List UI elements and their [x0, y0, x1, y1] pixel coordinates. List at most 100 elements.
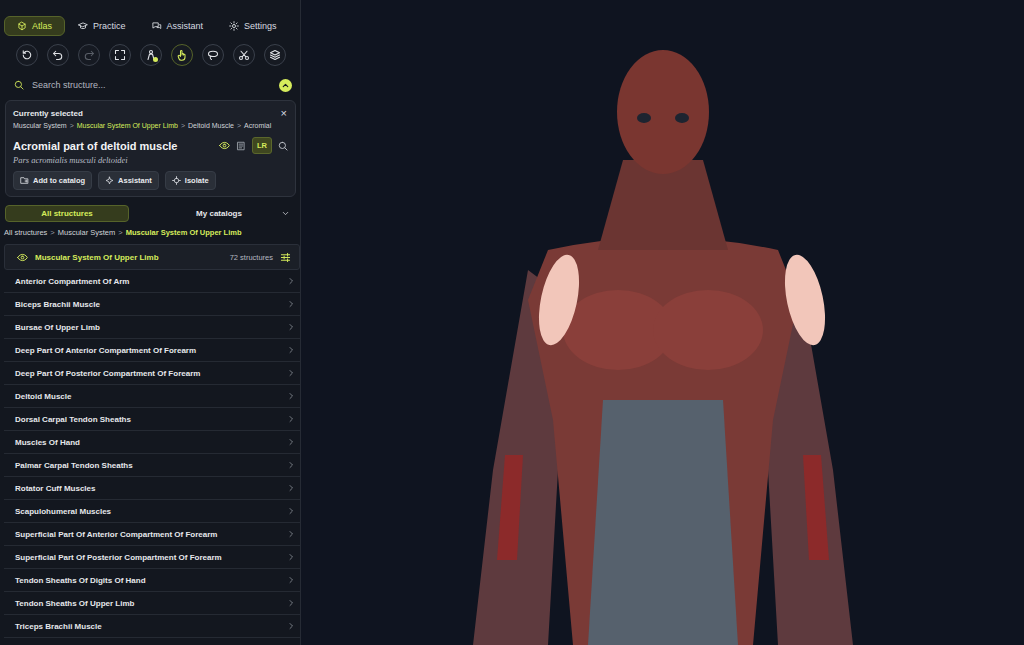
- chevron-right-icon: [287, 300, 295, 308]
- structure-label: Triceps Brachii Muscle: [15, 622, 102, 631]
- left-deltoid[interactable]: [531, 251, 585, 348]
- latin-name: Pars acromialis musculi deltoidei: [13, 155, 288, 165]
- redo-icon: [83, 49, 95, 61]
- tool-button[interactable]: [202, 44, 224, 66]
- app: AtlasPracticeAssistantSettingsCurrently …: [0, 0, 1024, 645]
- action-button[interactable]: Assistant: [98, 171, 159, 190]
- eye-icon[interactable]: [219, 140, 230, 151]
- nav-tab[interactable]: Assistant: [139, 16, 217, 36]
- structure-row[interactable]: Triceps Brachii Muscle: [4, 615, 300, 638]
- path-breadcrumb: All structures>Muscular System>Muscular …: [4, 228, 300, 239]
- tool-badge: [153, 57, 158, 62]
- structure-label: Bursae Of Upper Limb: [15, 323, 100, 332]
- search-icon: [14, 80, 24, 90]
- action-button[interactable]: Add to catalog: [13, 171, 92, 190]
- tool-button[interactable]: [140, 44, 162, 66]
- structure-row[interactable]: Biceps Brachii Muscle: [4, 293, 300, 316]
- chevron-right-icon: [287, 438, 295, 446]
- scope-tab[interactable]: My catalogs: [157, 205, 281, 222]
- lasso-icon: [207, 49, 219, 61]
- structure-row[interactable]: Superficial Part Of Anterior Compartment…: [4, 523, 300, 546]
- structure-row[interactable]: Tendon Sheaths Of Upper Limb: [4, 592, 300, 615]
- side-button[interactable]: LR: [252, 137, 272, 154]
- fit-icon: [114, 49, 126, 61]
- tool-button[interactable]: [78, 44, 100, 66]
- structure-row[interactable]: Deep Part Of Anterior Compartment Of For…: [4, 339, 300, 362]
- breadcrumb-item[interactable]: Muscular System: [13, 122, 67, 132]
- structure-row[interactable]: Bursae Of Upper Limb: [4, 316, 300, 339]
- breadcrumb-item[interactable]: Muscular System Of Upper Limb: [126, 228, 242, 239]
- undo-icon: [52, 49, 64, 61]
- torso: [528, 238, 798, 645]
- structure-label: Palmar Carpal Tendon Sheaths: [15, 461, 133, 470]
- scissors-icon: [238, 49, 250, 61]
- nav-tab[interactable]: Practice: [65, 16, 139, 36]
- structure-tools: LR: [219, 137, 288, 154]
- chevron-right-icon: [287, 599, 295, 607]
- structure-label: Dorsal Carpal Tendon Sheaths: [15, 415, 131, 424]
- chevron-right-icon: [287, 622, 295, 630]
- tool-button[interactable]: [264, 44, 286, 66]
- breadcrumb-item[interactable]: Deltoid Muscle: [188, 122, 234, 132]
- structure-label: Rotator Cuff Muscles: [15, 484, 95, 493]
- structure-row[interactable]: Muscles Of Hand: [4, 431, 300, 454]
- action-button[interactable]: Isolate: [165, 171, 216, 190]
- card-header: Currently selected×: [13, 107, 288, 119]
- nav-tab[interactable]: Settings: [216, 16, 290, 36]
- breadcrumb-separator: >: [237, 122, 241, 132]
- reset-icon: [21, 49, 33, 61]
- collapse-button[interactable]: [279, 79, 292, 92]
- breadcrumb-item[interactable]: All structures: [4, 228, 47, 239]
- structure-row[interactable]: Palmar Carpal Tendon Sheaths: [4, 454, 300, 477]
- structure-label: Muscles Of Hand: [15, 438, 80, 447]
- structure-label: Superficial Part Of Anterior Compartment…: [15, 530, 217, 539]
- anatomy-model[interactable]: [453, 0, 873, 645]
- layers-icon: [269, 49, 281, 61]
- list-icon[interactable]: [280, 252, 291, 263]
- action-label: Assistant: [118, 176, 152, 185]
- structure-row[interactable]: Deltoid Muscle: [4, 385, 300, 408]
- right-deltoid[interactable]: [777, 251, 831, 348]
- breadcrumb-item[interactable]: Muscular System Of Upper Limb: [77, 122, 178, 132]
- scope-tab[interactable]: All structures: [5, 205, 129, 222]
- search-input[interactable]: [30, 79, 273, 91]
- nav-tab[interactable]: Atlas: [4, 16, 65, 36]
- close-button[interactable]: ×: [280, 108, 288, 119]
- structure-row[interactable]: Superficial Part Of Posterior Compartmen…: [4, 546, 300, 569]
- structure-label: Tendon Sheaths Of Digits Of Hand: [15, 576, 146, 585]
- action-label: Add to catalog: [33, 176, 85, 185]
- assistant-icon: [152, 21, 162, 31]
- right-eye: [675, 113, 689, 123]
- structure-row[interactable]: Scapulohumeral Muscles: [4, 500, 300, 523]
- structure-row[interactable]: Rotator Cuff Muscles: [4, 477, 300, 500]
- chevron-down-icon[interactable]: [281, 209, 290, 218]
- chevron-right-icon: [287, 507, 295, 515]
- document-icon[interactable]: [236, 141, 246, 151]
- toolbar: [0, 42, 300, 66]
- tool-button[interactable]: [171, 44, 193, 66]
- eye-icon[interactable]: [17, 252, 28, 263]
- head: [617, 50, 709, 174]
- structure-row[interactable]: Anterior Compartment Of Arm: [4, 270, 300, 293]
- structure-label: Anterior Compartment Of Arm: [15, 277, 129, 286]
- structure-label: Scapulohumeral Muscles: [15, 507, 111, 516]
- tool-button[interactable]: [16, 44, 38, 66]
- breadcrumb-item[interactable]: Muscular System: [58, 228, 116, 239]
- atlas-icon: [17, 21, 27, 31]
- structure-row[interactable]: Deep Part Of Posterior Compartment Of Fo…: [4, 362, 300, 385]
- structure-label: Tendon Sheaths Of Upper Limb: [15, 599, 134, 608]
- chevron-right-icon: [287, 369, 295, 377]
- chevron-right-icon: [287, 484, 295, 492]
- tool-button[interactable]: [47, 44, 69, 66]
- structure-row[interactable]: Tendon Sheaths Of Digits Of Hand: [4, 569, 300, 592]
- breadcrumb-separator: >: [181, 122, 185, 132]
- breadcrumb-item[interactable]: Acromial: [244, 122, 271, 132]
- group-title: Muscular System Of Upper Limb: [35, 253, 223, 262]
- breadcrumb-separator: >: [118, 228, 122, 239]
- tool-button[interactable]: [109, 44, 131, 66]
- search-icon[interactable]: [278, 141, 288, 151]
- structure-row[interactable]: Dorsal Carpal Tendon Sheaths: [4, 408, 300, 431]
- tool-button[interactable]: [233, 44, 255, 66]
- model-viewport[interactable]: [301, 0, 1024, 645]
- target-icon: [172, 176, 181, 185]
